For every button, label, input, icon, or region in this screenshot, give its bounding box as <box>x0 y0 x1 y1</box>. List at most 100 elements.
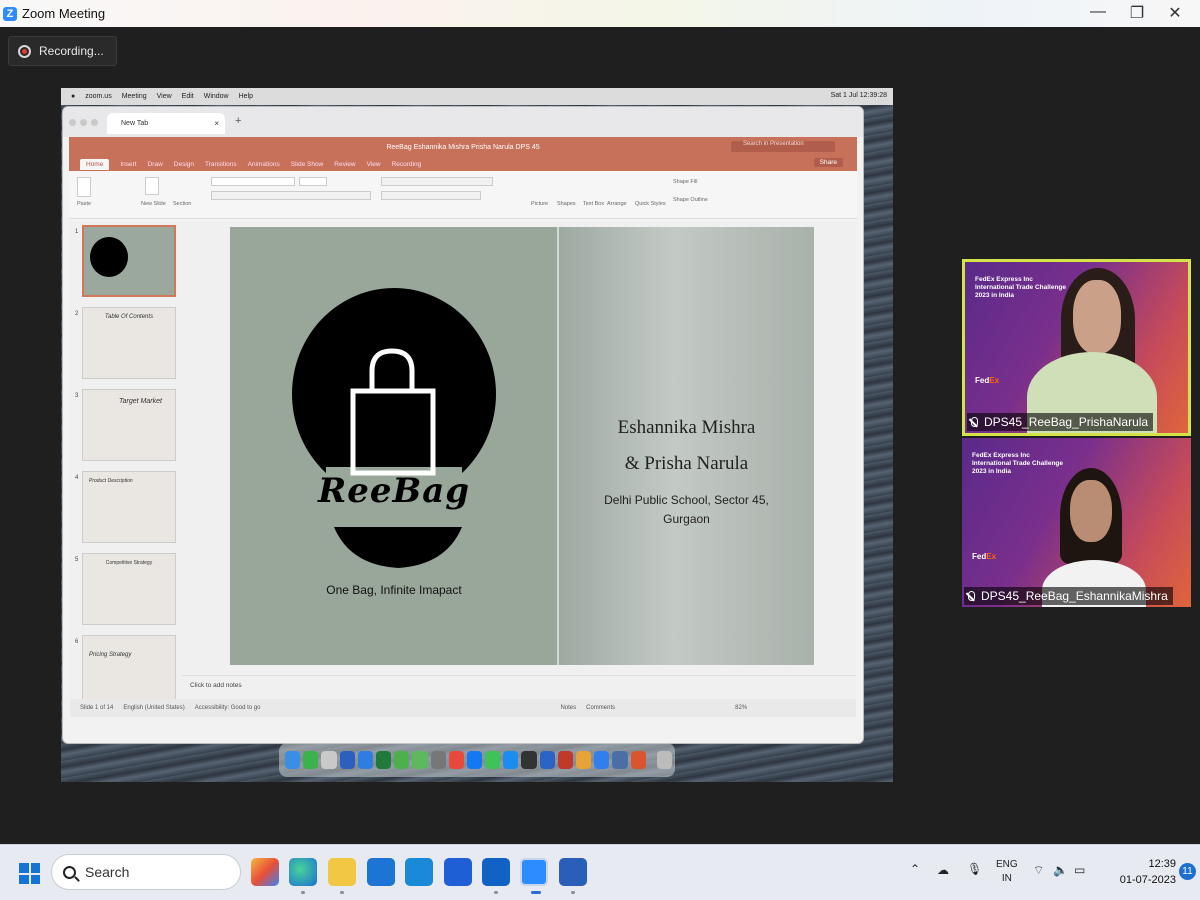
slide-thumbnail-3[interactable]: Target Market <box>82 389 176 461</box>
word-taskbar-icon[interactable] <box>559 858 587 886</box>
new-tab-button[interactable]: + <box>235 115 241 127</box>
tab-insert[interactable]: Insert <box>120 161 136 168</box>
chrome-icon[interactable] <box>448 751 464 769</box>
traffic-light-minimize[interactable] <box>80 118 87 126</box>
menu-edit[interactable]: Edit <box>182 93 194 100</box>
ribbon-shape-outline[interactable]: Shape Outline <box>673 197 708 203</box>
traffic-light-zoom[interactable] <box>91 118 98 126</box>
ribbon-paste[interactable]: Paste <box>77 201 91 207</box>
phone-icon[interactable] <box>412 751 428 769</box>
font-format-tools[interactable] <box>211 191 371 200</box>
slide-thumbnail-6[interactable]: Pricing Strategy <box>82 635 176 707</box>
launchpad-icon[interactable] <box>321 751 337 769</box>
tab-home[interactable]: Home <box>80 158 110 170</box>
menu-window[interactable]: Window <box>204 93 229 100</box>
participant-tile-2[interactable]: FedEx Express Inc International Trade Ch… <box>962 438 1191 607</box>
font-name-select[interactable] <box>211 177 295 186</box>
wifi-icon[interactable]: ⌔ <box>1033 863 1044 878</box>
participant-tile-1[interactable]: FedEx Express Inc International Trade Ch… <box>962 259 1191 436</box>
taskbar-clock[interactable]: 12:39 01-07-2023 <box>1120 856 1176 888</box>
microphone-icon[interactable]: 🎙 <box>967 862 982 876</box>
zoom-level[interactable]: 82% <box>735 705 747 711</box>
safari-icon[interactable] <box>594 751 610 769</box>
language-indicator[interactable]: ENG IN <box>996 858 1018 886</box>
onedrive-icon[interactable]: ☁ <box>937 863 949 877</box>
file-explorer-icon[interactable] <box>328 858 356 886</box>
excel-icon[interactable] <box>375 751 392 769</box>
volume-icon[interactable]: 🔈 <box>1053 863 1068 877</box>
start-button[interactable] <box>19 863 40 884</box>
powerpoint-icon[interactable] <box>557 751 573 769</box>
minimize-button[interactable]: — <box>1088 3 1108 21</box>
ribbon-section[interactable]: Section <box>173 201 191 207</box>
tab-design[interactable]: Design <box>174 161 194 168</box>
mail-taskbar-icon[interactable] <box>367 858 395 886</box>
tab-slide-show[interactable]: Slide Show <box>291 161 324 168</box>
settings-icon[interactable] <box>430 751 446 769</box>
status-language[interactable]: English (United States) <box>123 705 184 711</box>
notification-badge[interactable]: 11 <box>1179 863 1196 880</box>
tab-review[interactable]: Review <box>334 161 355 168</box>
ribbon-text-box[interactable]: Text Box <box>583 201 604 207</box>
tab-animations[interactable]: Animations <box>248 161 280 168</box>
taskbar-search[interactable]: Search <box>51 854 241 890</box>
zoom-dock-icon[interactable] <box>466 751 483 769</box>
notes-input[interactable]: Click to add notes <box>182 675 856 695</box>
battery-icon[interactable]: ▭ <box>1074 863 1085 877</box>
traffic-light-close[interactable] <box>69 118 76 126</box>
slide-thumbnail-4[interactable]: Product Description <box>82 471 176 543</box>
new-slide-icon[interactable] <box>145 177 159 195</box>
vpn-icon[interactable] <box>444 858 472 886</box>
tab-draw[interactable]: Draw <box>148 161 163 168</box>
status-accessibility[interactable]: Accessibility: Good to go <box>195 705 261 711</box>
presentation-search-input[interactable]: Search in Presentation <box>731 141 835 152</box>
notes-button[interactable]: Notes <box>560 705 576 711</box>
firefox-icon[interactable] <box>630 751 646 769</box>
ribbon-quick-styles[interactable]: Quick Styles <box>635 201 666 207</box>
tab-transitions[interactable]: Transitions <box>205 161 237 168</box>
ribbon-shapes[interactable]: Shapes <box>557 201 576 207</box>
ribbon-new-slide[interactable]: New Slide <box>141 201 166 207</box>
restore-button[interactable]: ❐ <box>1127 3 1147 23</box>
share-button[interactable]: Share <box>813 158 843 167</box>
slide-thumbnail-1[interactable] <box>82 225 176 297</box>
slide-thumbnail-2[interactable]: Table Of Contents <box>82 307 176 379</box>
ribbon-arrange[interactable]: Arrange <box>607 201 627 207</box>
tab-view[interactable]: View <box>367 161 381 168</box>
messages-icon[interactable] <box>303 751 319 769</box>
menu-help[interactable]: Help <box>239 93 253 100</box>
comments-button[interactable]: Comments <box>586 705 615 711</box>
keynote-icon[interactable] <box>539 751 555 769</box>
mail-icon[interactable] <box>357 751 373 769</box>
photos-icon[interactable] <box>576 751 592 769</box>
alignment-tools[interactable] <box>381 191 481 200</box>
outlook-icon[interactable] <box>482 858 510 886</box>
ribbon-shape-fill[interactable]: Shape Fill <box>673 179 697 185</box>
slide-thumbnail-5[interactable]: Competitive Strategy <box>82 553 176 625</box>
preview-icon[interactable] <box>612 751 628 769</box>
notes-app-icon[interactable] <box>521 751 537 769</box>
font-size-select[interactable] <box>299 177 327 186</box>
menu-view[interactable]: View <box>157 93 172 100</box>
app-store-icon[interactable] <box>503 751 519 769</box>
edge-icon[interactable] <box>289 858 317 886</box>
finder-icon[interactable] <box>285 751 301 769</box>
close-button[interactable]: ✕ <box>1165 3 1185 23</box>
tab-recording[interactable]: Recording <box>392 161 422 168</box>
current-slide[interactable]: ReeBag One Bag, Infinite Imapact Eshanni… <box>230 227 814 665</box>
browser-tab[interactable]: New Tab × <box>107 113 225 134</box>
whatsapp-icon[interactable] <box>485 751 501 769</box>
menu-meeting[interactable]: Meeting <box>122 93 147 100</box>
word-icon[interactable] <box>339 751 355 769</box>
paragraph-tools[interactable] <box>381 177 493 186</box>
ribbon-picture[interactable]: Picture <box>531 201 548 207</box>
menu-zoom[interactable]: zoom.us <box>85 93 111 100</box>
facetime-icon[interactable] <box>394 751 410 769</box>
recording-indicator[interactable]: Recording... <box>8 36 117 66</box>
paste-icon[interactable] <box>77 177 91 197</box>
tab-close-icon[interactable]: × <box>214 119 219 128</box>
zoom-taskbar-icon[interactable] <box>520 858 548 886</box>
tray-overflow-icon[interactable]: ⌃ <box>910 862 920 876</box>
microsoft-store-icon[interactable] <box>251 858 279 886</box>
trash-icon[interactable] <box>656 751 672 769</box>
